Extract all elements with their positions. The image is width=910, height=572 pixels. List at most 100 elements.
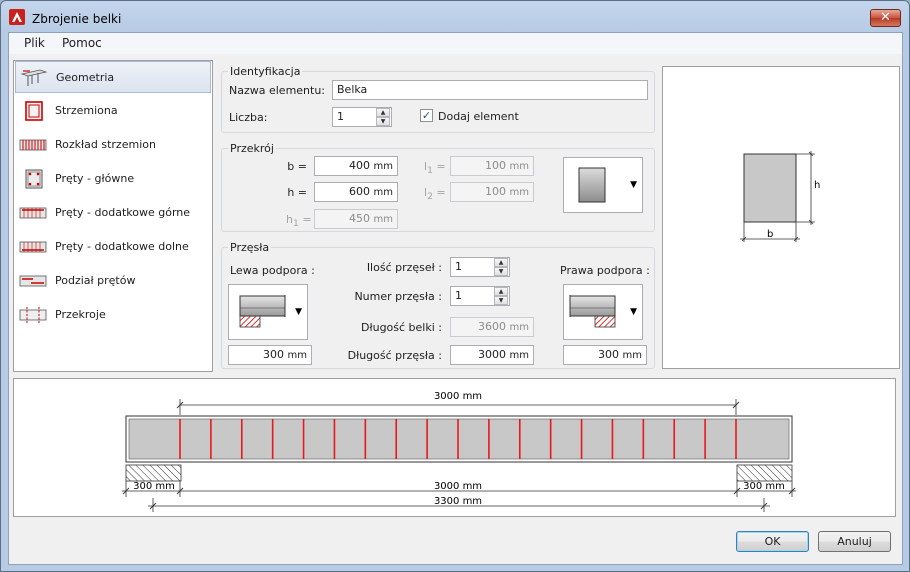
- beam-length-label: Długość belki :: [361, 321, 442, 334]
- h-unit: mm: [373, 187, 393, 198]
- bottom-bars-icon: [19, 241, 47, 253]
- span-count-value: 1: [455, 260, 462, 273]
- nav-item-prety-dodatkowe-dolne[interactable]: Pręty - dodatkowe dolne: [15, 231, 211, 263]
- category-list: Geometria Strzemiona Rozkład strzemion P…: [13, 60, 213, 372]
- beam-length-value: 3600: [478, 320, 507, 333]
- b-label: b =: [287, 160, 307, 173]
- span-length-unit: mm: [509, 350, 529, 361]
- add-element-checkbox[interactable]: ✓: [420, 109, 433, 122]
- add-element-label: Dodaj element: [438, 110, 519, 123]
- h-label: h =: [287, 186, 307, 199]
- section-rectangle: [743, 153, 797, 223]
- section-preview-panel: h b: [662, 66, 900, 369]
- spans-group: Przęsła Lewa podpora : ▼ 300 mm Ilość pr…: [221, 241, 655, 369]
- menu-file[interactable]: Plik: [24, 36, 45, 50]
- total-dimension-label: 3300 mm: [434, 496, 482, 507]
- chevron-down-icon[interactable]: ▼: [295, 307, 302, 317]
- left-support-icon: [239, 295, 286, 328]
- nav-label: Przekroje: [55, 308, 106, 321]
- l1-value: 100: [485, 159, 507, 172]
- h1-label: h1 =: [286, 213, 312, 230]
- left-support-block: [125, 464, 182, 482]
- b-dimension-label: b: [767, 229, 773, 240]
- nav-label: Podział prętów: [55, 274, 136, 287]
- right-support-icon: [569, 295, 616, 328]
- nav-item-prety-glowne[interactable]: Pręty - główne: [15, 163, 211, 195]
- nav-item-prety-dodatkowe-gorne[interactable]: Pręty - dodatkowe górne: [15, 197, 211, 229]
- b-input[interactable]: 400 mm: [314, 156, 398, 176]
- stirrup-distribution-icon: [19, 139, 47, 151]
- h-dimension-label: h: [814, 180, 820, 191]
- nav-item-przekroje[interactable]: Przekroje: [15, 299, 211, 331]
- h-value: 600: [349, 185, 371, 198]
- l2-unit: mm: [509, 187, 529, 198]
- beam-length-input: 3600 mm: [450, 317, 534, 337]
- left-support-value: 300: [263, 348, 285, 361]
- b-unit: mm: [373, 161, 393, 172]
- section-shape-dropdown[interactable]: ▼: [563, 157, 643, 213]
- clear-span-dimension-label: 3000 mm: [434, 481, 482, 492]
- ok-button[interactable]: OK: [736, 531, 809, 552]
- l1-input: 100 mm: [450, 156, 534, 176]
- h-input[interactable]: 600 mm: [314, 182, 398, 202]
- element-name-input[interactable]: Belka: [332, 80, 648, 100]
- close-button[interactable]: ✕: [870, 9, 901, 27]
- nav-item-rozklad-strzemion[interactable]: Rozkład strzemion: [15, 129, 211, 161]
- right-support-input[interactable]: 300 mm: [563, 345, 647, 365]
- top-dimension-label: 3000 mm: [434, 391, 482, 402]
- cross-section-title: Przekrój: [228, 142, 276, 155]
- l2-value: 100: [485, 185, 507, 198]
- element-name-label: Nazwa elementu:: [229, 84, 326, 97]
- window-title: Zbrojenie belki: [32, 12, 122, 26]
- menu-bar: Plik Pomoc: [9, 33, 902, 54]
- span-length-value: 3000: [478, 348, 507, 361]
- spin-down-icon[interactable]: ▼: [494, 267, 508, 276]
- chevron-down-icon[interactable]: ▼: [630, 307, 637, 317]
- nav-label: Pręty - dodatkowe dolne: [55, 240, 189, 253]
- count-value: 1: [337, 110, 344, 123]
- nav-item-strzemiona[interactable]: Strzemiona: [15, 95, 211, 127]
- sections-icon: [19, 307, 47, 323]
- spin-up-icon[interactable]: ▲: [494, 287, 508, 296]
- right-support-dropdown[interactable]: ▼: [563, 284, 643, 340]
- span-length-input[interactable]: 3000 mm: [450, 345, 534, 365]
- nav-item-geometria[interactable]: Geometria: [15, 61, 211, 93]
- beam-body: [128, 418, 790, 460]
- dialog-window: Zbrojenie belki ✕ Plik Pomoc Geometria S…: [0, 0, 910, 572]
- right-support-block: [736, 464, 793, 482]
- right-support-dimension-label: 300 mm: [743, 481, 785, 492]
- left-support-unit: mm: [287, 350, 307, 361]
- h1-input: 450 mm: [314, 209, 398, 229]
- left-support-input[interactable]: 300 mm: [228, 345, 312, 365]
- main-bars-icon: [25, 169, 43, 189]
- left-support-dropdown[interactable]: ▼: [228, 284, 308, 340]
- l1-unit: mm: [509, 161, 529, 172]
- identification-title: Identyfikacja: [228, 65, 303, 78]
- title-bar[interactable]: Zbrojenie belki ✕: [1, 1, 909, 33]
- spin-up-icon[interactable]: ▲: [376, 108, 390, 117]
- rectangular-section-icon: [578, 167, 606, 203]
- cross-section-group: Przekrój b = 400 mm h = 600 mm h1 = 450 …: [221, 142, 655, 232]
- menu-help[interactable]: Pomoc: [62, 36, 102, 50]
- spin-down-icon[interactable]: ▼: [494, 296, 508, 305]
- identification-group: Identyfikacja Nazwa elementu: Belka Licz…: [221, 65, 655, 133]
- stirrups-icon: [25, 101, 43, 121]
- left-support-dimension-label: 300 mm: [133, 481, 175, 492]
- count-spin-buttons[interactable]: ▲ ▼: [376, 108, 390, 126]
- spin-down-icon[interactable]: ▼: [376, 117, 390, 126]
- nav-label: Geometria: [56, 71, 115, 84]
- count-stepper[interactable]: 1 ▲ ▼: [332, 107, 392, 127]
- nav-item-podzial-pretow[interactable]: Podział prętów: [15, 265, 211, 297]
- spin-up-icon[interactable]: ▲: [494, 258, 508, 267]
- span-number-label: Numer przęsła :: [354, 290, 442, 303]
- span-count-spin-buttons[interactable]: ▲ ▼: [494, 258, 508, 276]
- span-number-stepper[interactable]: 1 ▲ ▼: [450, 286, 510, 306]
- nav-label: Pręty - główne: [55, 172, 135, 185]
- span-count-stepper[interactable]: 1 ▲ ▼: [450, 257, 510, 277]
- cancel-button[interactable]: Anuluj: [818, 531, 891, 552]
- nav-label: Rozkład strzemion: [55, 138, 156, 151]
- chevron-down-icon[interactable]: ▼: [630, 180, 637, 190]
- right-support-unit: mm: [622, 350, 642, 361]
- span-number-spin-buttons[interactable]: ▲ ▼: [494, 287, 508, 305]
- right-support-value: 300: [598, 348, 620, 361]
